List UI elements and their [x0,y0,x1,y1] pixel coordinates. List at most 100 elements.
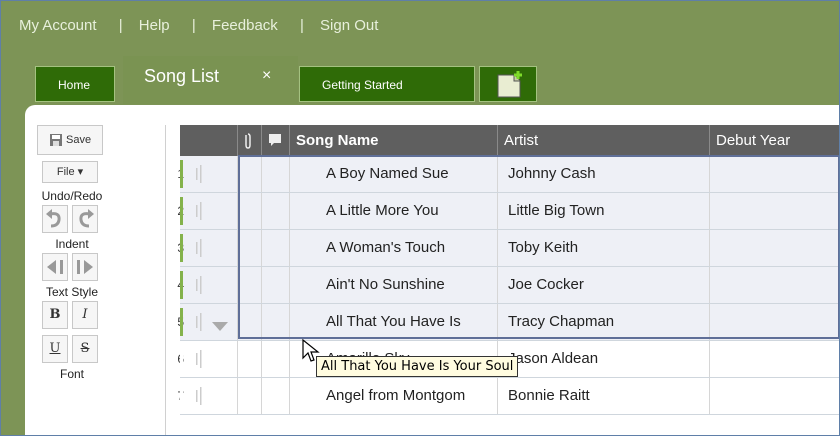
song-name-cell[interactable]: A Boy Named Sue [290,156,498,192]
row-drag-handle[interactable] [188,304,238,340]
cell-tooltip: All That You Have Is Your Soul [316,356,519,377]
tab-getting-started[interactable]: Getting Started [299,66,475,102]
song-name-cell[interactable]: Angel from Montgom [290,378,498,414]
my-account-link[interactable]: My Account [19,17,97,34]
song-name-cell[interactable]: All That You Have Is [290,304,498,340]
artist-cell[interactable]: Bonnie Raitt [498,378,710,414]
save-button[interactable]: Save [37,125,103,155]
attachment-cell[interactable] [238,193,262,229]
drag-grip-icon [196,350,202,368]
top-nav: My Account | Help | Feedback | Sign Out [19,17,384,34]
underline-button[interactable]: U [42,335,68,363]
debut-year-cell[interactable] [710,267,839,303]
save-label: Save [65,134,92,146]
debut-year-cell[interactable] [710,156,839,192]
comment-cell[interactable] [262,193,290,229]
bold-button[interactable]: B [42,301,68,329]
row-drag-handle[interactable] [188,267,238,303]
indent-label: Indent [55,237,89,251]
nav-separator: | [191,17,196,34]
song-name-cell[interactable]: A Woman's Touch [290,230,498,266]
file-menu-label: File ▾ [56,166,84,178]
row-drag-handle[interactable] [188,193,238,229]
attachment-cell[interactable] [238,230,262,266]
drag-grip-icon [196,202,202,220]
table-row[interactable]: 2A Little More YouLittle Big Town [177,193,839,230]
tab-home[interactable]: Home [35,66,115,102]
comment-icon[interactable] [262,125,290,156]
comment-cell[interactable] [262,341,290,377]
row-menu-chevron-icon[interactable] [212,322,228,332]
table-row[interactable]: 7Angel from MontgomBonnie Raitt [177,378,839,415]
attachment-icon[interactable] [238,125,262,156]
debut-year-cell[interactable] [710,304,839,340]
undo-redo-label: Undo/Redo [41,189,103,203]
paperclip-glyph [245,133,251,149]
undo-button[interactable] [42,205,68,233]
row-drag-handle[interactable] [188,341,238,377]
comment-cell[interactable] [262,230,290,266]
artist-cell[interactable]: Joe Cocker [498,267,710,303]
song-grid: Song Name Artist Debut Year 1A Boy Named… [177,125,839,435]
indent-button[interactable] [72,253,98,281]
file-menu-button[interactable]: File ▾ [42,161,98,183]
debut-year-cell[interactable] [710,230,839,266]
attachment-cell[interactable] [238,156,262,192]
table-row[interactable]: 5All That You Have IsTracy Chapman [177,304,839,341]
song-name-cell[interactable]: A Little More You [290,193,498,229]
tab-song-list-label: Song List [144,66,220,86]
nav-separator: | [299,17,304,34]
row-indicator [180,308,183,336]
toolbar-divider [165,125,166,435]
attachment-cell[interactable] [238,341,262,377]
outdent-button[interactable] [42,253,68,281]
sign-out-link[interactable]: Sign Out [320,17,378,34]
debut-year-cell[interactable] [710,378,839,414]
indent-icon [77,260,93,274]
strikethrough-button[interactable]: S [72,335,98,363]
close-icon[interactable]: × [262,57,271,95]
help-link[interactable]: Help [139,17,170,34]
header-blank [180,125,238,156]
row-indicator [180,345,183,373]
debut-year-cell[interactable] [710,193,839,229]
drag-grip-icon [196,313,202,331]
comment-cell[interactable] [262,304,290,340]
debut-year-cell[interactable] [710,341,839,377]
row-drag-handle[interactable] [188,230,238,266]
row-drag-handle[interactable] [188,378,238,414]
app-window: My Account | Help | Feedback | Sign Out … [0,0,840,436]
col-artist[interactable]: Artist [498,125,710,156]
comment-cell[interactable] [262,156,290,192]
attachment-cell[interactable] [238,267,262,303]
font-label: Font [59,367,84,381]
floppy-icon [49,134,62,147]
redo-button[interactable] [72,205,98,233]
artist-cell[interactable]: Little Big Town [498,193,710,229]
table-row[interactable]: 4Ain't No SunshineJoe Cocker [177,267,839,304]
artist-cell[interactable]: Johnny Cash [498,156,710,192]
text-style-label: Text Style [45,285,99,299]
attachment-cell[interactable] [238,378,262,414]
comment-cell[interactable] [262,267,290,303]
row-drag-handle[interactable] [188,156,238,192]
tab-song-list[interactable]: Song List × [123,56,298,104]
attachment-cell[interactable] [238,304,262,340]
col-song-name[interactable]: Song Name [290,125,498,156]
artist-cell[interactable]: Jason Aldean [498,341,710,377]
artist-cell[interactable]: Toby Keith [498,230,710,266]
undo-icon [46,209,61,228]
artist-cell[interactable]: Tracy Chapman [498,304,710,340]
song-name-cell[interactable]: Ain't No Sunshine [290,267,498,303]
feedback-link[interactable]: Feedback [212,17,278,34]
drag-grip-icon [196,165,202,183]
table-row[interactable]: 3A Woman's TouchToby Keith [177,230,839,267]
new-tab-button[interactable] [479,66,537,102]
italic-button[interactable]: I [72,301,98,329]
tab-home-label: Home [58,78,91,92]
comment-cell[interactable] [262,378,290,414]
drag-grip-icon [196,387,202,405]
table-row[interactable]: 1A Boy Named SueJohnny Cash [177,156,839,193]
col-debut-year[interactable]: Debut Year [710,125,839,156]
grid-header: Song Name Artist Debut Year [180,125,839,156]
